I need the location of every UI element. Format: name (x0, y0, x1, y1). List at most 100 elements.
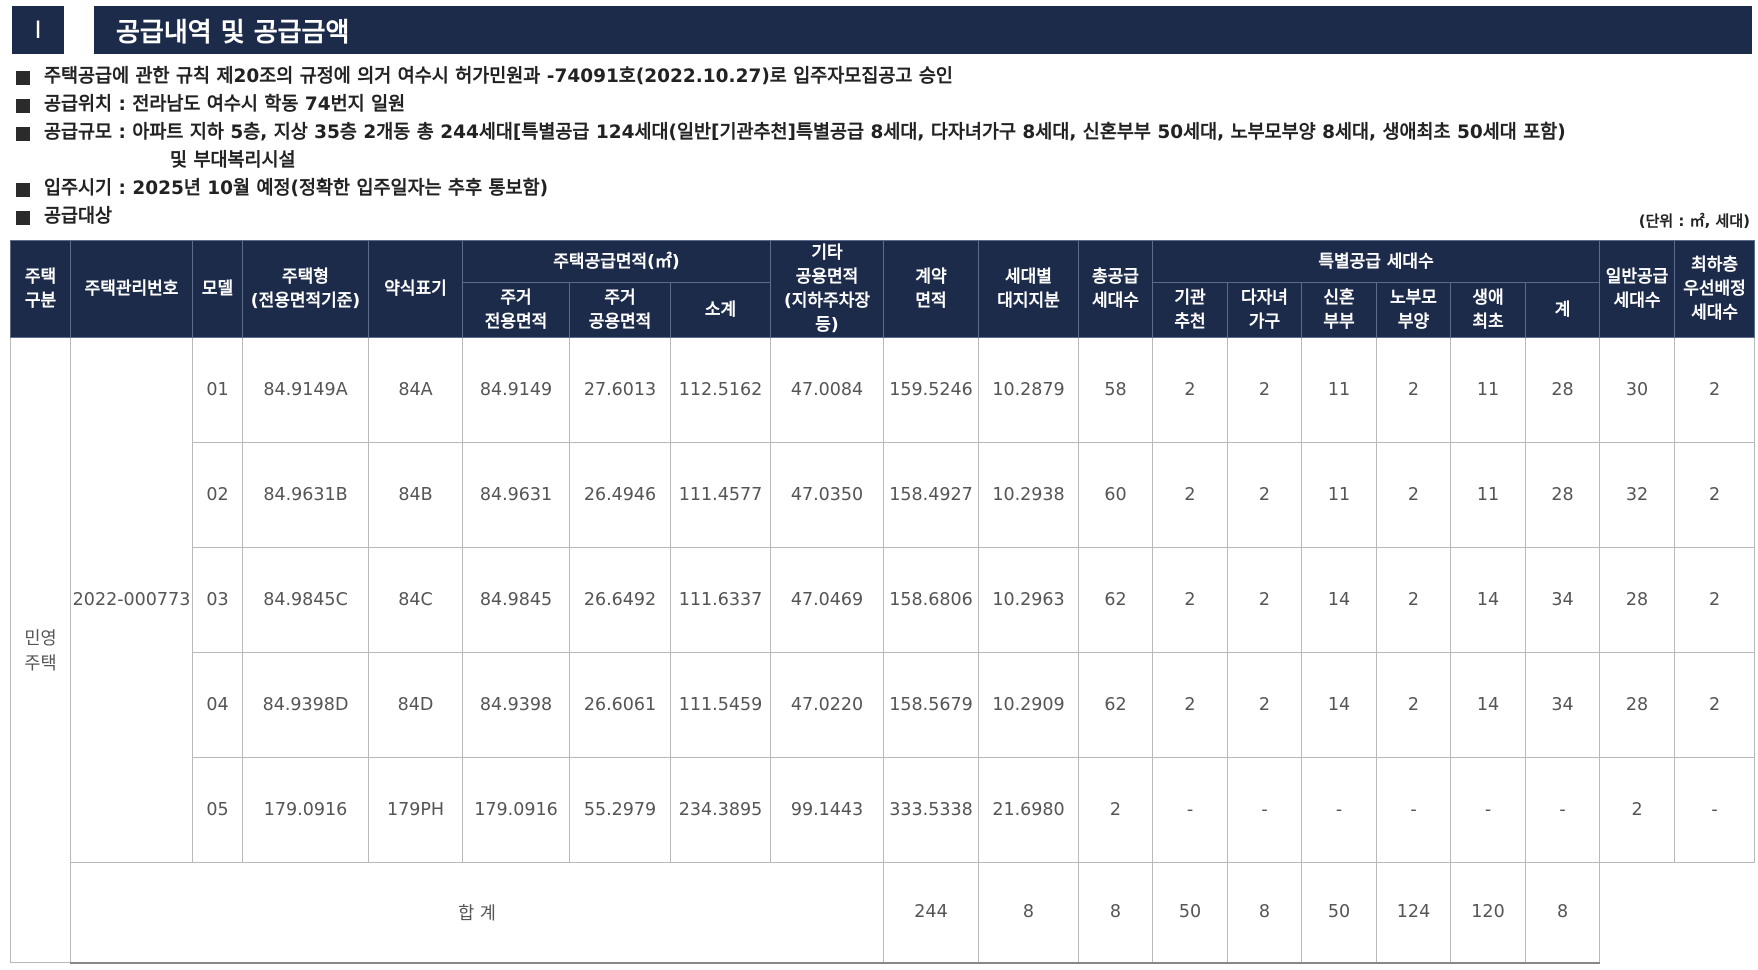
model-cell: 04 (192, 652, 243, 758)
header-exclusive-area: 주거 전용면적 (462, 282, 570, 338)
model-cell: 02 (192, 442, 243, 548)
land-cell: 21.6980 (978, 757, 1079, 863)
sp-multichild-cell: 8 (1078, 862, 1153, 964)
common-area-cell: 26.6492 (569, 547, 671, 653)
header-low-floor: 최하층 우선배정 세대수 (1674, 240, 1756, 338)
general-cell: 30 (1599, 337, 1676, 443)
sp-first-time-cell: 11 (1450, 442, 1526, 548)
low-floor-cell: 2 (1674, 337, 1756, 443)
common-area-cell: 55.2979 (569, 757, 671, 863)
exclusive-area-cell: 179.0916 (462, 757, 570, 863)
sp-elderly-cell: - (1376, 757, 1451, 863)
common-area-cell: 27.6013 (569, 337, 671, 443)
short-cell: 179PH (368, 757, 463, 863)
general-cell: 28 (1599, 652, 1676, 758)
note-item: 공급대상 (16, 203, 1746, 231)
header-type: 주택형 (전용면적기준) (242, 240, 369, 338)
note-item: 공급위치 : 전라남도 여수시 학동 74번지 일원 (16, 91, 1746, 119)
contract-cell: 159.5246 (883, 337, 979, 443)
model-cell: 05 (192, 757, 243, 863)
total-row: 합 계 244 8 8 50 8 50 124 120 8 (11, 862, 1755, 964)
header-special-group: 특별공급 세대수 (1151, 239, 1601, 284)
sp-institution-cell: 2 (1152, 652, 1228, 758)
header-sp-multichild: 다자녀 가구 (1227, 282, 1302, 338)
low-floor-cell: 2 (1674, 442, 1756, 548)
sp-elderly-cell: 8 (1227, 862, 1302, 964)
sp-first-time-cell: 11 (1450, 337, 1526, 443)
note-text: 공급규모 : 아파트 지하 5층, 지상 35층 2개동 총 244세대[특별공… (44, 122, 1566, 143)
header-sp-sum: 계 (1524, 282, 1601, 338)
table-row: 05 179.0916 179PH 179.0916 55.2979 234.3… (11, 757, 1756, 863)
total-cell: 60 (1078, 442, 1153, 548)
exclusive-area-cell: 84.9398 (462, 652, 570, 758)
general-cell: 2 (1599, 757, 1676, 863)
type-cell: 84.9845C (242, 547, 369, 653)
sp-first-time-cell: - (1450, 757, 1526, 863)
subtotal-cell: 111.5459 (670, 652, 771, 758)
note-text: 공급위치 : 전라남도 여수시 학동 74번지 일원 (44, 94, 406, 115)
type-cell: 84.9631B (242, 442, 369, 548)
sp-newlywed-cell: 14 (1301, 652, 1377, 758)
contract-cell: 333.5338 (883, 757, 979, 863)
header-housing-type: 주택 구분 (10, 240, 71, 338)
contract-cell: 158.4927 (883, 442, 979, 548)
general-cell: 32 (1599, 442, 1676, 548)
sp-sum-cell: - (1524, 757, 1601, 863)
unit-label: (단위 : ㎡, 세대) (1638, 212, 1750, 230)
sp-sum-cell: 34 (1524, 652, 1601, 758)
header-subtotal: 소계 (670, 282, 771, 338)
sp-newlywed-cell: 11 (1301, 442, 1377, 548)
sp-sum-cell: 34 (1524, 547, 1601, 653)
header-other-common: 기타 공용면적 (지하주차장등) (770, 240, 884, 338)
other-common-cell: 47.0084 (770, 337, 884, 443)
type-cell: 179.0916 (242, 757, 369, 863)
sp-sum-cell: 28 (1524, 337, 1601, 443)
bullet-square-icon (16, 183, 30, 197)
mgmt-no-cell: 2022-000773 (70, 337, 193, 863)
sp-institution-cell: 2 (1152, 337, 1228, 443)
note-text: 입주시기 : 2025년 10월 예정(정확한 입주일자는 추후 통보함) (44, 178, 549, 199)
total-cell: 58 (1078, 337, 1153, 443)
header-sp-elderly: 노부모 부양 (1376, 282, 1451, 338)
header-common-area: 주거 공용면적 (569, 282, 671, 338)
sp-institution-cell: 2 (1152, 442, 1228, 548)
supply-table: 주택 구분 주택관리번호 모델 주택형 (전용면적기준) 약식표기 주택공급면적(㎡… (10, 239, 1756, 964)
common-area-cell: 26.4946 (569, 442, 671, 548)
header-short: 약식표기 (368, 240, 463, 338)
sp-sum-cell: 124 (1376, 862, 1451, 964)
total-cell: 62 (1078, 547, 1153, 653)
notes-list: 주택공급에 관한 규칙 제20조의 규정에 의거 여수시 허가민원과 -7409… (16, 63, 1746, 231)
sp-institution-cell: 2 (1152, 547, 1228, 653)
housing-type-cell: 민영 주택 (10, 337, 71, 963)
contract-cell: 158.6806 (883, 547, 979, 653)
bullet-square-icon (16, 211, 30, 225)
header-sp-institution: 기관 추천 (1152, 282, 1228, 338)
note-text: 공급대상 (44, 206, 113, 227)
section-header: I 공급내역 및 공급금액 (12, 6, 1752, 54)
table-row: 03 84.9845C 84C 84.9845 26.6492 111.6337… (11, 547, 1756, 653)
low-floor-cell: - (1674, 757, 1756, 863)
low-floor-cell: 8 (1524, 862, 1601, 964)
header-sp-first-time: 생애 최초 (1450, 282, 1526, 338)
exclusive-area-cell: 84.9631 (462, 442, 570, 548)
short-cell: 84A (368, 337, 463, 443)
general-cell: 28 (1599, 547, 1676, 653)
subtotal-cell: 111.6337 (670, 547, 771, 653)
header-sp-newlywed: 신혼 부부 (1301, 282, 1377, 338)
sp-elderly-cell: 2 (1376, 547, 1451, 653)
contract-cell: 158.5679 (883, 652, 979, 758)
sp-first-time-cell: 14 (1450, 652, 1526, 758)
header-area-group: 주택공급면적(㎡) (462, 239, 771, 284)
land-cell: 10.2909 (978, 652, 1079, 758)
low-floor-cell: 2 (1674, 652, 1756, 758)
sp-multichild-cell: 2 (1227, 652, 1302, 758)
common-area-cell: 26.6061 (569, 652, 671, 758)
exclusive-area-cell: 84.9149 (462, 337, 570, 443)
bullet-square-icon (16, 71, 30, 85)
other-common-cell: 47.0220 (770, 652, 884, 758)
table-row: 04 84.9398D 84D 84.9398 26.6061 111.5459… (11, 652, 1756, 758)
sp-first-time-cell: 14 (1450, 547, 1526, 653)
header-land: 세대별 대지지분 (978, 240, 1079, 338)
total-label: 합 계 (70, 862, 884, 964)
note-item: 입주시기 : 2025년 10월 예정(정확한 입주일자는 추후 통보함) (16, 175, 1746, 203)
